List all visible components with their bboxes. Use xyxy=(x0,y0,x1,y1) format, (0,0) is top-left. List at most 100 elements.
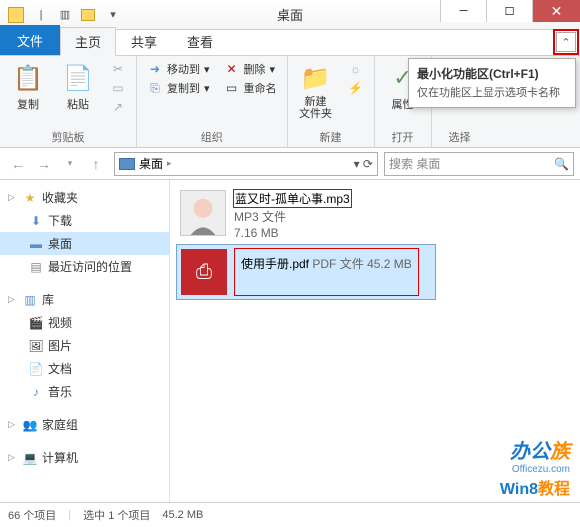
status-size: 45.2 MB xyxy=(162,509,203,521)
search-icon: 🔍 xyxy=(554,157,569,171)
title-bar: | ▥ ▾ 桌面 ─ ☐ ✕ xyxy=(0,0,580,30)
recent-icon: ▤ xyxy=(28,260,44,274)
file-item-mp3[interactable]: 蓝又时-孤单心事.mp3 MP3 文件 7.16 MB xyxy=(176,186,436,244)
forward-button[interactable]: → xyxy=(32,152,56,176)
copyto-icon: ⎘ xyxy=(147,80,163,96)
libraries-icon: ▥ xyxy=(22,293,38,307)
copy-button[interactable]: 复制 xyxy=(6,60,50,114)
qat-newfolder-icon[interactable] xyxy=(78,4,100,26)
music-icon: ♪ xyxy=(28,385,44,399)
delete-button[interactable]: ✕删除 ▾ xyxy=(220,60,281,78)
window-title: 桌面 xyxy=(277,5,303,24)
expand-icon[interactable]: ▷ xyxy=(8,192,18,203)
favorites-icon: ★ xyxy=(22,191,38,205)
app-icon[interactable] xyxy=(6,4,28,26)
file-type: PDF 文件 xyxy=(312,257,363,271)
status-selected: 选中 1 个项目 xyxy=(83,507,150,523)
file-size: 7.16 MB xyxy=(234,226,351,240)
tab-view[interactable]: 查看 xyxy=(172,27,228,55)
ribbon: 复制 粘贴 ✂ ▭ ↗ 剪贴板 ➜移动到 ▾ ⎘复制到 ▾ ✕删除 ▾ ▭重命名… xyxy=(0,56,580,148)
maximize-button[interactable]: ☐ xyxy=(486,0,532,22)
up-button[interactable]: ↑ xyxy=(84,152,108,176)
tooltip-title: 最小化功能区(Ctrl+F1) xyxy=(417,65,567,82)
tab-home[interactable]: 主页 xyxy=(60,27,116,56)
tab-file[interactable]: 文件 xyxy=(0,25,60,55)
collapse-ribbon-button[interactable]: ⌃ xyxy=(556,32,576,52)
tree-favorites[interactable]: ▷★收藏夹 xyxy=(0,186,169,209)
newfolder-button[interactable]: 新建 文件夹 xyxy=(294,60,338,122)
file-size: 45.2 MB xyxy=(367,257,412,271)
homegroup-icon: 👥 xyxy=(22,418,38,432)
tree-videos[interactable]: 🎬视频 xyxy=(0,311,169,334)
ribbon-tabs: 文件 主页 共享 查看 ⌃ xyxy=(0,30,580,56)
file-item-pdf[interactable]: ⎙ 使用手册.pdf PDF 文件 45.2 MB xyxy=(176,244,436,300)
expand-icon[interactable]: ▷ xyxy=(8,419,18,430)
newitem-icon: ☼ xyxy=(348,61,364,77)
qat-dropdown-icon[interactable]: ▾ xyxy=(102,4,124,26)
address-bar[interactable]: 桌面 ▸ ▾ ⟳ xyxy=(114,152,378,176)
shortcut-icon: ↗ xyxy=(110,99,126,115)
ribbon-group-clipboard: 复制 粘贴 ✂ ▭ ↗ 剪贴板 xyxy=(0,56,137,147)
tree-computer[interactable]: ▷💻计算机 xyxy=(0,446,169,469)
refresh-dropdown-icon[interactable]: ▾ ⟳ xyxy=(354,157,373,171)
location-icon xyxy=(119,158,135,170)
rename-icon: ▭ xyxy=(224,80,240,96)
expand-icon[interactable]: ▷ xyxy=(8,294,18,305)
quick-access-toolbar: | ▥ ▾ xyxy=(0,4,124,26)
history-dropdown[interactable]: ▾ xyxy=(58,152,82,176)
delete-icon: ✕ xyxy=(224,61,240,77)
tooltip-body: 仅在功能区上显示选项卡名称 xyxy=(417,86,567,101)
close-button[interactable]: ✕ xyxy=(532,0,580,22)
tree-recent[interactable]: ▤最近访问的位置 xyxy=(0,255,169,278)
tree-homegroup[interactable]: ▷👥家庭组 xyxy=(0,413,169,436)
search-placeholder: 搜索 桌面 xyxy=(389,155,440,172)
file-thumb-pdf: ⎙ xyxy=(181,249,227,295)
pictures-icon: 🖼 xyxy=(28,339,44,353)
pasteshortcut-button[interactable]: ↗ xyxy=(106,98,130,116)
expand-icon[interactable]: ▷ xyxy=(8,452,18,463)
search-box[interactable]: 搜索 桌面 🔍 xyxy=(384,152,574,176)
minimize-button[interactable]: ─ xyxy=(440,0,486,22)
main-area: ▷★收藏夹 ⬇下载 ▬桌面 ▤最近访问的位置 ▷▥库 🎬视频 🖼图片 📄文档 ♪… xyxy=(0,180,580,502)
copypath-button[interactable]: ▭ xyxy=(106,79,130,97)
tree-desktop[interactable]: ▬桌面 xyxy=(0,232,169,255)
status-bar: 66 个项目 | 选中 1 个项目 45.2 MB xyxy=(0,502,580,526)
ribbon-group-organize: ➜移动到 ▾ ⎘复制到 ▾ ✕删除 ▾ ▭重命名 组织 xyxy=(137,56,288,147)
downloads-icon: ⬇ xyxy=(28,214,44,228)
back-button[interactable]: ← xyxy=(6,152,30,176)
moveto-icon: ➜ xyxy=(147,61,163,77)
file-thumb-photo xyxy=(180,190,226,236)
navigation-pane[interactable]: ▷★收藏夹 ⬇下载 ▬桌面 ▤最近访问的位置 ▷▥库 🎬视频 🖼图片 📄文档 ♪… xyxy=(0,180,170,502)
moveto-button[interactable]: ➜移动到 ▾ xyxy=(143,60,214,78)
group-label-new: 新建 xyxy=(294,127,368,145)
file-type: MP3 文件 xyxy=(234,208,351,225)
tree-documents[interactable]: 📄文档 xyxy=(0,357,169,380)
videos-icon: 🎬 xyxy=(28,316,44,330)
location-text: 桌面 xyxy=(139,155,163,172)
easyaccess-icon: ⚡ xyxy=(348,80,364,96)
collapse-tooltip: 最小化功能区(Ctrl+F1) 仅在功能区上显示选项卡名称 xyxy=(408,58,576,108)
tree-downloads[interactable]: ⬇下载 xyxy=(0,209,169,232)
tree-pictures[interactable]: 🖼图片 xyxy=(0,334,169,357)
status-count: 66 个项目 xyxy=(8,507,56,523)
file-name[interactable]: 使用手册.pdf xyxy=(241,257,309,271)
file-name[interactable]: 蓝又时-孤单心事.mp3 xyxy=(234,190,351,207)
documents-icon: 📄 xyxy=(28,362,44,376)
group-label-open: 打开 xyxy=(381,127,425,145)
easyaccess-button[interactable]: ⚡ xyxy=(344,79,368,97)
tab-share[interactable]: 共享 xyxy=(116,27,172,55)
paste-icon xyxy=(62,62,94,94)
newitem-button[interactable]: ☼ xyxy=(344,60,368,78)
watermark: 办公族 Officezu.com Win8教程 xyxy=(500,435,570,499)
tree-libraries[interactable]: ▷▥库 xyxy=(0,288,169,311)
tree-music[interactable]: ♪音乐 xyxy=(0,380,169,403)
cut-button[interactable]: ✂ xyxy=(106,60,130,78)
copyto-button[interactable]: ⎘复制到 ▾ xyxy=(143,79,214,97)
qat-props-icon[interactable]: ▥ xyxy=(54,4,76,26)
address-bar-row: ← → ▾ ↑ 桌面 ▸ ▾ ⟳ 搜索 桌面 🔍 xyxy=(0,148,580,180)
window-buttons: ─ ☐ ✕ xyxy=(440,0,580,22)
rename-button[interactable]: ▭重命名 xyxy=(220,79,281,97)
cut-icon: ✂ xyxy=(110,61,126,77)
paste-button[interactable]: 粘贴 xyxy=(56,60,100,114)
group-label-organize: 组织 xyxy=(143,127,281,145)
